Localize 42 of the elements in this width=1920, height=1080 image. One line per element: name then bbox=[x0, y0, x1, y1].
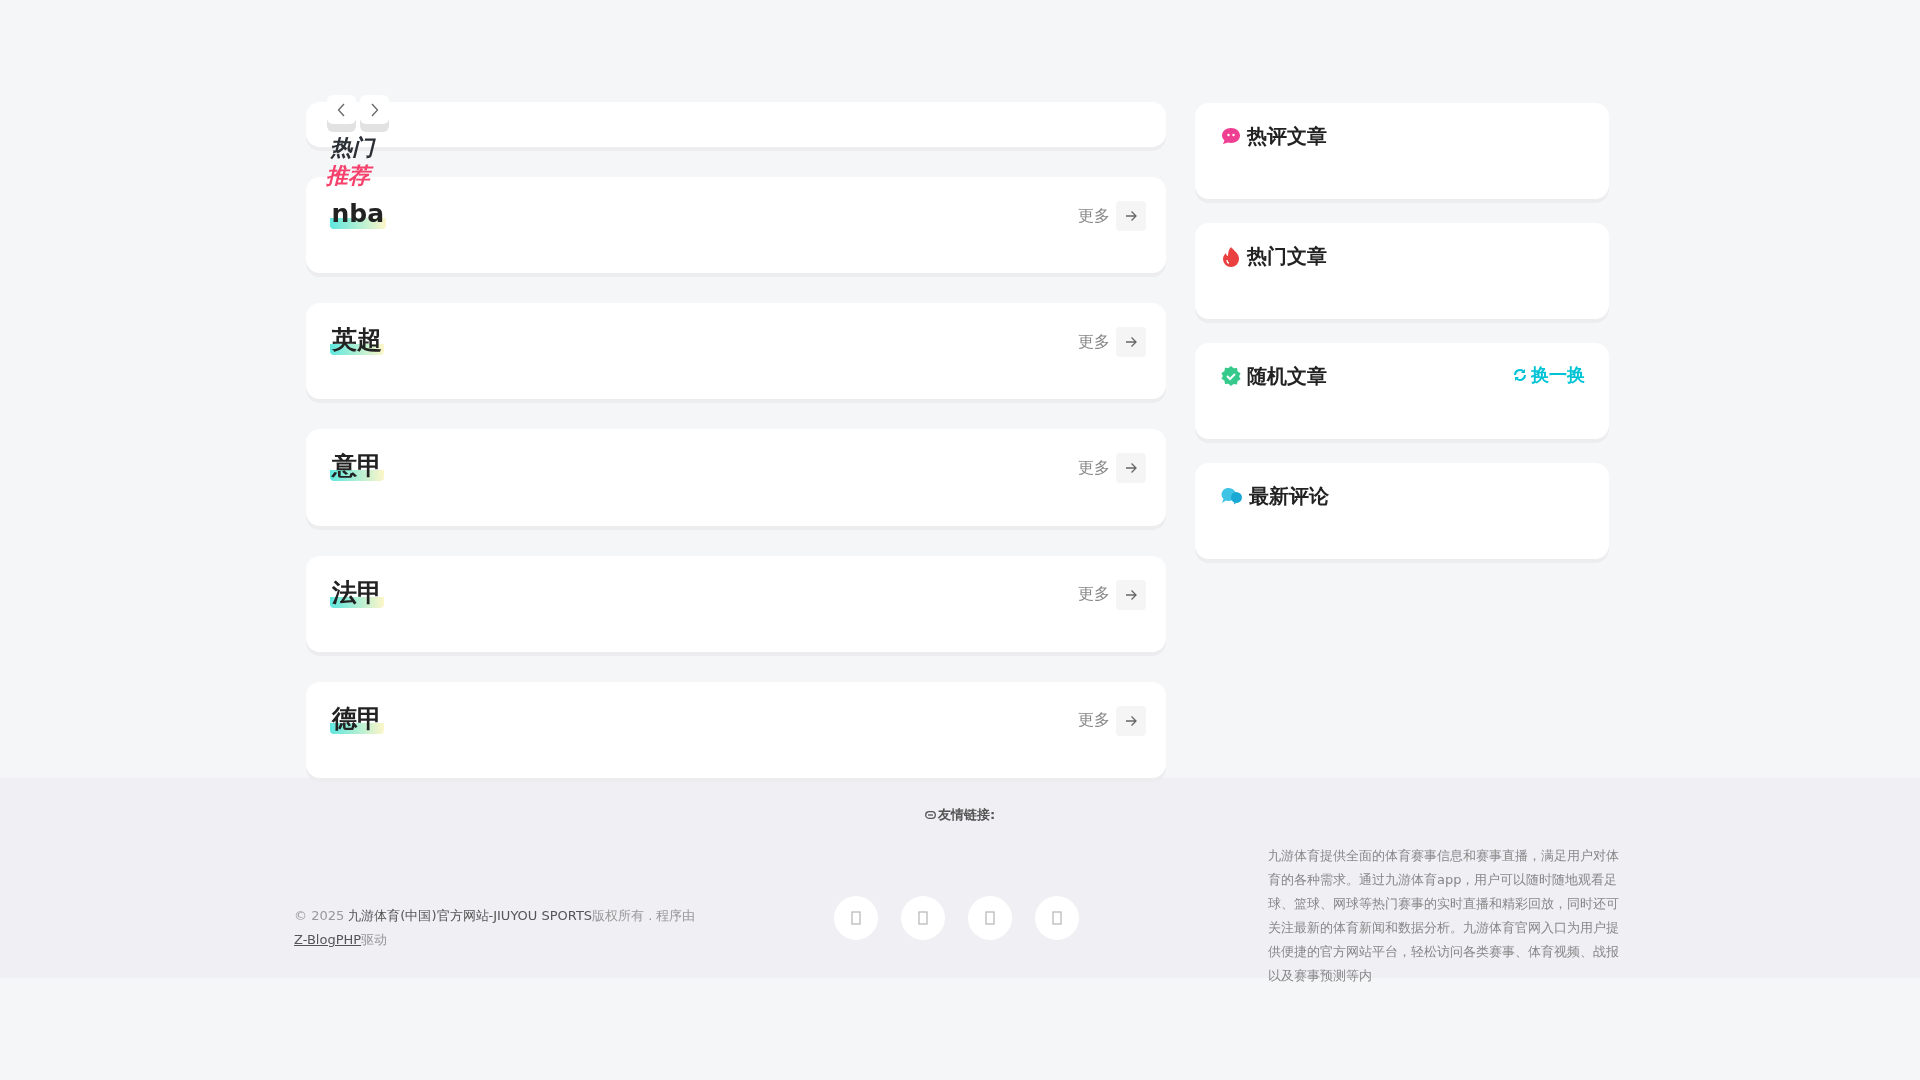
widget-title: 随机文章 bbox=[1246, 363, 1327, 389]
missing-glyph-icon bbox=[1052, 911, 1062, 925]
section-title: 英超 bbox=[329, 325, 384, 356]
more-link[interactable]: 更多 bbox=[1077, 705, 1146, 736]
chevron-right-icon bbox=[369, 102, 379, 117]
arrow-right-icon bbox=[1124, 336, 1137, 349]
social-button[interactable] bbox=[968, 896, 1012, 940]
widget-title: 热评文章 bbox=[1246, 123, 1327, 149]
widget-title: 热门文章 bbox=[1246, 243, 1327, 269]
social-button[interactable] bbox=[834, 896, 878, 940]
link-icon bbox=[924, 811, 936, 819]
section-title: 意甲 bbox=[329, 451, 384, 482]
missing-glyph-icon bbox=[918, 911, 928, 925]
missing-glyph-icon bbox=[851, 911, 861, 925]
widget-title: 最新评论 bbox=[1248, 483, 1329, 509]
more-link[interactable]: 更多 bbox=[1077, 579, 1146, 610]
more-link[interactable]: 更多 bbox=[1077, 201, 1146, 232]
arrow-right-icon bbox=[1124, 714, 1137, 727]
speech-bubbles-icon bbox=[1220, 487, 1243, 505]
engine-link[interactable]: Z-BlogPHP bbox=[294, 932, 362, 947]
arrow-right-icon bbox=[1124, 210, 1137, 223]
site-link[interactable]: 九游体育(中国)官方网站-JIUYOU SPORTS bbox=[348, 908, 593, 923]
missing-glyph-icon bbox=[985, 911, 995, 925]
flame-icon bbox=[1220, 245, 1241, 267]
more-link[interactable]: 更多 bbox=[1077, 453, 1146, 484]
social-button[interactable] bbox=[1035, 896, 1079, 940]
copyright-text: © 2025 九游体育(中国)官方网站-JIUYOU SPORTS版权所有 . 程序由 Z-BlogPHP驱动 bbox=[294, 907, 697, 949]
featured-subtitle: 推荐 bbox=[325, 162, 374, 190]
refresh-icon bbox=[1512, 368, 1527, 382]
chat-bubble-icon bbox=[1220, 127, 1241, 145]
section-title: 德甲 bbox=[329, 703, 384, 734]
site-description: 九游体育提供全面的体育赛事信息和赛事直播，满足用户对体育的各种需求。通过九游体育app，用户可以随时随地观看足球、篮球、网球等热门赛事的实时直播和精彩回放，同时还可关注最新的体育新闻和数据分析。九游体育官网入口为用户提供便捷的官方网站平台，轻松访问各类赛事、体育视频、战报以及赛事预测等内 bbox=[1268, 847, 1620, 985]
verified-badge-icon bbox=[1220, 366, 1241, 386]
arrow-right-icon bbox=[1124, 588, 1137, 601]
arrow-right-icon bbox=[1124, 462, 1137, 475]
section-title: 法甲 bbox=[329, 577, 384, 608]
refresh-link[interactable]: 换一换 bbox=[1512, 363, 1585, 387]
featured-title: 热门 bbox=[329, 134, 374, 162]
social-button[interactable] bbox=[901, 896, 945, 940]
more-link[interactable]: 更多 bbox=[1077, 327, 1146, 358]
friend-links-label: 友情链接: bbox=[937, 806, 996, 824]
chevron-left-icon bbox=[336, 102, 346, 117]
